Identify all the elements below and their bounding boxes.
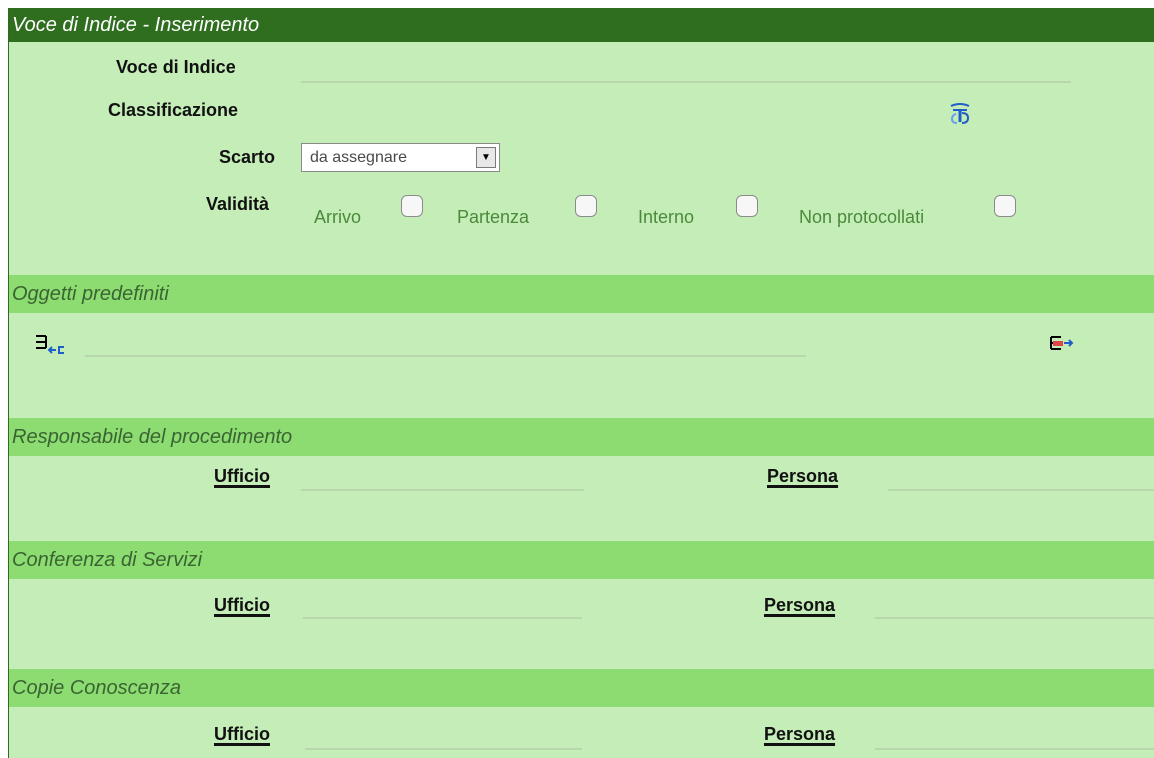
non-protocollati-label: Non protocollati	[799, 207, 925, 227]
arrivo-label: Arrivo	[314, 207, 362, 227]
voce-label: Voce di Indice	[116, 57, 236, 77]
responsabile-persona-field[interactable]	[888, 489, 1154, 491]
thesaurus-icon[interactable]	[948, 101, 972, 127]
scarto-select-value: da assegnare	[310, 149, 407, 166]
conferenza-ufficio-field[interactable]	[303, 617, 582, 619]
oggetti-field[interactable]	[85, 355, 806, 357]
scarto-select[interactable]: da assegnare ▼	[301, 143, 500, 172]
arrivo-checkbox[interactable]	[401, 195, 423, 217]
copie-ufficio-link[interactable]: Ufficio	[214, 724, 270, 745]
conferenza-persona-field[interactable]	[875, 617, 1154, 619]
responsabile-ufficio-link[interactable]: Ufficio	[214, 466, 270, 487]
copie-persona-link[interactable]: Persona	[764, 724, 835, 745]
voce-input[interactable]	[301, 57, 1071, 83]
oggetti-section-header: Oggetti predefiniti	[9, 275, 1154, 313]
copie-persona-field[interactable]	[875, 748, 1154, 750]
classificazione-label: Classificazione	[108, 100, 239, 120]
responsabile-ufficio-field[interactable]	[301, 489, 584, 491]
chevron-down-icon[interactable]: ▼	[476, 147, 496, 168]
non-protocollati-checkbox[interactable]	[994, 195, 1016, 217]
interno-label: Interno	[638, 207, 695, 227]
partenza-checkbox[interactable]	[575, 195, 597, 217]
conferenza-persona-link[interactable]: Persona	[764, 595, 835, 616]
insert-list-icon[interactable]	[34, 331, 78, 359]
export-list-icon[interactable]	[1049, 333, 1077, 355]
validita-label: Validità	[206, 194, 270, 214]
conferenza-section-header: Conferenza di Servizi	[9, 541, 1154, 579]
form-panel: Voce di Indice - Inserimento Voce di Ind…	[8, 8, 1154, 758]
scarto-label: Scarto	[219, 147, 276, 167]
copie-ufficio-field[interactable]	[305, 748, 582, 750]
partenza-label: Partenza	[457, 207, 530, 227]
responsabile-section-header: Responsabile del procedimento	[9, 418, 1154, 456]
conferenza-ufficio-link[interactable]: Ufficio	[214, 595, 270, 616]
interno-checkbox[interactable]	[736, 195, 758, 217]
copie-section-header: Copie Conoscenza	[9, 669, 1154, 707]
responsabile-persona-link[interactable]: Persona	[767, 466, 838, 487]
window-title: Voce di Indice - Inserimento	[9, 8, 1154, 42]
